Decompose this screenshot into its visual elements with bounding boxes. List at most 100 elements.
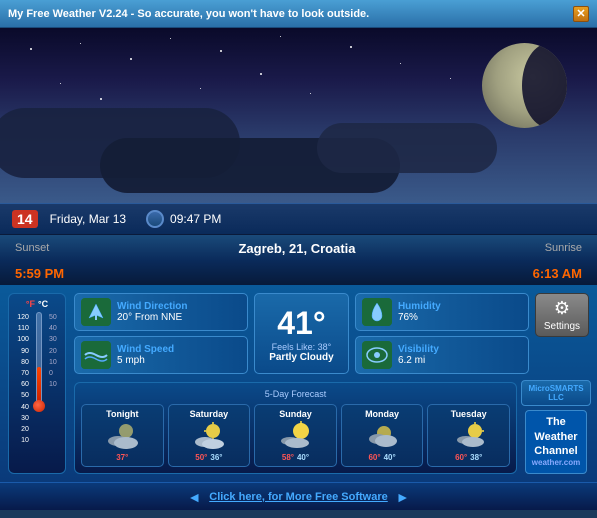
humidity-card: Humidity 76% bbox=[355, 293, 529, 331]
bottom-bar: ◄ Click here, for More Free Software ► bbox=[0, 482, 597, 510]
star bbox=[350, 46, 352, 48]
time-area: 09:47 PM bbox=[146, 210, 221, 228]
star bbox=[170, 38, 171, 39]
saturday-icon bbox=[191, 421, 227, 451]
wind-speed-text: Wind Speed 5 mph bbox=[117, 344, 241, 366]
visibility-icon bbox=[362, 341, 392, 369]
wind-direction-icon bbox=[81, 298, 111, 326]
weather-top: Wind Direction 20° From NNE Wind Speed 5… bbox=[74, 293, 589, 374]
monday-icon bbox=[364, 421, 400, 451]
star bbox=[60, 83, 61, 84]
gear-icon: ⚙ bbox=[554, 298, 570, 319]
center-temp-panel: 41° Feels Like: 38° Partly Cloudy bbox=[254, 293, 349, 374]
day-name-tuesday: Tuesday bbox=[451, 409, 487, 419]
settings-button[interactable]: ⚙ Settings bbox=[535, 293, 589, 337]
forecast-day-monday: Monday 60° 40° bbox=[341, 404, 424, 467]
wind-direction-card: Wind Direction 20° From NNE bbox=[74, 293, 248, 331]
wind-direction-title: Wind Direction bbox=[117, 301, 241, 312]
thermo-labels: °F °C bbox=[26, 299, 48, 309]
settings-label: Settings bbox=[544, 321, 580, 332]
sunrise-time: 6:13 AM bbox=[533, 266, 582, 281]
clock-icon bbox=[146, 210, 164, 228]
day-name-sunday: Sunday bbox=[279, 409, 312, 419]
time-text: 09:47 PM bbox=[170, 212, 221, 226]
weather-panel: Wind Direction 20° From NNE Wind Speed 5… bbox=[74, 293, 589, 474]
more-software-link[interactable]: Click here, for More Free Software bbox=[209, 491, 388, 503]
forecast-panel: 5-Day Forecast Tonight 37° bbox=[74, 382, 517, 474]
saturday-temps: 50° 36° bbox=[195, 453, 222, 462]
day-name-tonight: Tonight bbox=[106, 409, 138, 419]
sunset-label: Sunset bbox=[15, 242, 49, 254]
wind-direction-value: 20° From NNE bbox=[117, 312, 241, 323]
star bbox=[200, 88, 201, 89]
settings-area: ⚙ Settings bbox=[535, 293, 589, 374]
info-cards-right: Humidity 76% Visibility 6.2 mi bbox=[355, 293, 529, 374]
star bbox=[260, 73, 262, 75]
app-title: My Free Weather V2.24 - So accurate, you… bbox=[8, 8, 369, 20]
moon-icon bbox=[482, 43, 567, 128]
star bbox=[450, 78, 451, 79]
thermo-scale-c: 50 40 30 20 10 0 10 bbox=[49, 312, 57, 390]
day-name-saturday: Saturday bbox=[190, 409, 229, 419]
left-arrow-icon: ◄ bbox=[187, 489, 201, 505]
sunrise-label: Sunrise bbox=[545, 242, 582, 254]
wind-speed-value: 5 mph bbox=[117, 355, 241, 366]
tuesday-icon bbox=[451, 421, 487, 451]
day-name-monday: Monday bbox=[365, 409, 399, 419]
thermo-body: 120 110 100 90 80 70 60 50 40 30 20 10 5… bbox=[17, 312, 56, 446]
star bbox=[220, 50, 222, 52]
city-name: Zagreb, 21, Croatia bbox=[238, 241, 355, 256]
humidity-value: 76% bbox=[398, 312, 522, 323]
visibility-value: 6.2 mi bbox=[398, 355, 522, 366]
sun-bar: Sunset Zagreb, 21, Croatia Sunrise bbox=[0, 235, 597, 261]
thermo-c-label: °C bbox=[38, 299, 48, 309]
weather-channel-logo: TheWeatherChannel weather.com bbox=[525, 410, 587, 473]
sunday-temps: 58° 40° bbox=[282, 453, 309, 462]
sunset-time: 5:59 PM bbox=[15, 266, 64, 281]
visibility-text: Visibility 6.2 mi bbox=[398, 344, 522, 366]
humidity-icon bbox=[362, 298, 392, 326]
feels-like-text: Feels Like: 38° bbox=[272, 342, 332, 352]
humidity-title: Humidity bbox=[398, 301, 522, 312]
wind-speed-card: Wind Speed 5 mph bbox=[74, 336, 248, 374]
sunday-icon bbox=[277, 421, 313, 451]
tonight-temps: 37° bbox=[116, 453, 128, 462]
close-button[interactable]: ✕ bbox=[573, 6, 589, 22]
forecast-logos-row: 5-Day Forecast Tonight 37° bbox=[74, 380, 589, 474]
thermometer-panel: °F °C 120 110 100 90 80 70 60 50 40 30 2… bbox=[8, 293, 66, 474]
temperature-display: 41° bbox=[277, 305, 325, 342]
thermo-tube bbox=[32, 312, 46, 412]
date-text: Friday, Mar 13 bbox=[50, 212, 126, 226]
weather-condition: Partly Cloudy bbox=[269, 352, 333, 363]
wind-speed-icon bbox=[81, 341, 111, 369]
star bbox=[400, 63, 401, 64]
moon-shadow bbox=[522, 43, 567, 128]
thermo-bulb bbox=[33, 400, 45, 412]
sky-background bbox=[0, 28, 597, 203]
monday-temps: 60° 40° bbox=[368, 453, 395, 462]
forecast-day-saturday: Saturday 50° 36° bbox=[168, 404, 251, 467]
visibility-title: Visibility bbox=[398, 344, 522, 355]
star bbox=[280, 36, 281, 37]
date-badge: 14 bbox=[12, 210, 38, 228]
right-arrow-icon: ► bbox=[396, 489, 410, 505]
forecast-day-sunday: Sunday 58° 40° bbox=[254, 404, 337, 467]
micro-smarts-logo: MicroSMARTS LLC bbox=[521, 380, 590, 406]
wind-direction-text: Wind Direction 20° From NNE bbox=[117, 301, 241, 323]
title-bar: My Free Weather V2.24 - So accurate, you… bbox=[0, 0, 597, 28]
time-display-bar: 5:59 PM 6:13 AM bbox=[0, 261, 597, 285]
main-area: °F °C 120 110 100 90 80 70 60 50 40 30 2… bbox=[0, 285, 597, 482]
star bbox=[100, 98, 102, 100]
thermo-scale-f: 120 110 100 90 80 70 60 50 40 30 20 10 bbox=[17, 312, 29, 446]
visibility-card: Visibility 6.2 mi bbox=[355, 336, 529, 374]
info-cards-left: Wind Direction 20° From NNE Wind Speed 5… bbox=[74, 293, 248, 374]
tonight-icon bbox=[104, 421, 140, 451]
thermo-f-label: °F bbox=[26, 299, 35, 309]
forecast-subtitle: 5-Day Forecast bbox=[81, 389, 510, 399]
star bbox=[30, 48, 32, 50]
humidity-text: Humidity 76% bbox=[398, 301, 522, 323]
thermo-fill bbox=[37, 367, 41, 402]
star bbox=[80, 43, 81, 44]
wind-speed-title: Wind Speed bbox=[117, 344, 241, 355]
logos-area: MicroSMARTS LLC TheWeatherChannel weathe… bbox=[523, 380, 589, 474]
